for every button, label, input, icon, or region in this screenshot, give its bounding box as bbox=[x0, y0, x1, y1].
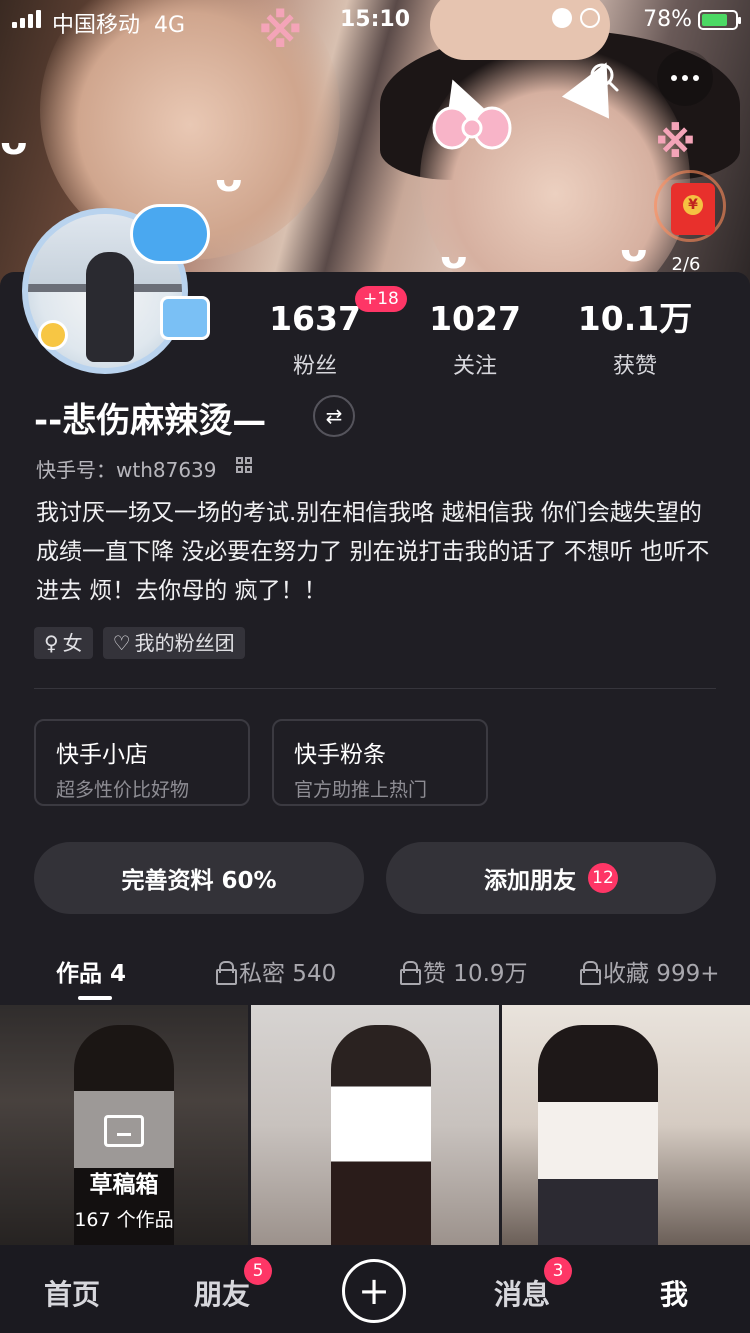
battery-icon bbox=[698, 10, 741, 30]
add-friends-button[interactable]: 添加朋友 12 bbox=[386, 842, 716, 914]
female-icon: ♀ bbox=[44, 631, 59, 655]
tab-label: 作品 4 bbox=[56, 961, 127, 987]
status-bar: 中国移动 4G 15:10 78% bbox=[0, 0, 750, 40]
kuaishou-shop-card[interactable]: 快手小店 超多性价比好物 bbox=[34, 719, 250, 806]
card-subtitle: 官方助推上热门 bbox=[294, 779, 428, 801]
nav-me[interactable]: 我 bbox=[660, 1273, 688, 1313]
active-tab-indicator bbox=[78, 996, 112, 1000]
stat-label: 获赞 bbox=[612, 354, 657, 379]
status-icons bbox=[552, 8, 600, 28]
gamepad-sticker-icon bbox=[130, 204, 210, 264]
button-label: 添加朋友 bbox=[484, 868, 576, 894]
clock: 15:10 bbox=[339, 7, 411, 32]
action-buttons: 完善资料 60% 添加朋友 12 bbox=[34, 842, 716, 914]
squiggle-doodle: ᴗ bbox=[620, 225, 648, 271]
joystick-sticker-icon bbox=[38, 320, 68, 350]
stat-label: 粉丝 bbox=[292, 354, 337, 379]
button-label: 完善资料 60% bbox=[121, 868, 277, 894]
card-subtitle: 超多性价比好物 bbox=[56, 779, 190, 801]
friend-request-badge: 12 bbox=[588, 863, 618, 893]
drafts-info: 草稿箱 167 个作品 bbox=[0, 1115, 248, 1232]
nickname: --悲伤麻辣烫— bbox=[34, 401, 267, 441]
bio-text: 我讨厌一场又一场的考试.别在相信我咯 越相信我 你们会越失望的 成绩一直下降 没… bbox=[36, 500, 710, 604]
tab-liked[interactable]: 赞 10.9万 bbox=[400, 954, 528, 988]
stat-likes[interactable]: 10.1万 获赞 bbox=[555, 300, 715, 380]
tab-favorites[interactable]: 收藏 999+ bbox=[580, 954, 719, 988]
nav-label: 朋友 bbox=[194, 1278, 251, 1311]
tag-label: 我的粉丝团 bbox=[134, 631, 235, 655]
work-thumbnail[interactable] bbox=[251, 1005, 499, 1245]
drafts-count: 167 个作品 bbox=[74, 1209, 174, 1231]
plus-icon: + bbox=[358, 1269, 390, 1313]
fan-club-tag[interactable]: ♡ 我的粉丝团 bbox=[102, 627, 245, 659]
content-tabs: 作品 4 私密 540 赞 10.9万 收藏 999+ bbox=[0, 940, 750, 1004]
squiggle-doodle: ᴗ bbox=[0, 118, 28, 164]
lock-icon bbox=[216, 961, 237, 985]
search-button[interactable] bbox=[583, 56, 627, 100]
swap-icon: ⇄ bbox=[325, 404, 343, 428]
orientation-lock-icon bbox=[580, 8, 600, 28]
stat-value: 1027 bbox=[429, 299, 521, 338]
nav-home[interactable]: 首页 bbox=[44, 1273, 100, 1313]
kuaishou-promote-card[interactable]: 快手粉条 官方助推上热门 bbox=[272, 719, 488, 806]
profile-tags: ♀ 女 ♡ 我的粉丝团 bbox=[34, 627, 245, 659]
nav-label: 消息 bbox=[494, 1278, 551, 1311]
tab-works[interactable]: 作品 4 bbox=[56, 954, 126, 988]
squiggle-doodle: ᴗ bbox=[215, 155, 243, 201]
angry-mark-doodle: ※ bbox=[655, 118, 696, 167]
folder-icon bbox=[104, 1115, 144, 1147]
photo-subject bbox=[331, 1025, 431, 1245]
battery-percent: 78% bbox=[643, 7, 692, 32]
more-button[interactable] bbox=[657, 50, 713, 106]
tab-label: 私密 540 bbox=[239, 961, 337, 987]
dot-icon bbox=[671, 75, 677, 81]
card-title: 快手小店 bbox=[56, 742, 148, 768]
tab-private[interactable]: 私密 540 bbox=[216, 954, 336, 988]
bottom-nav: 首页 朋友 5 + 消息 3 我 bbox=[0, 1245, 750, 1333]
gender-tag: ♀ 女 bbox=[34, 627, 93, 659]
work-thumbnail[interactable] bbox=[502, 1005, 750, 1245]
nav-label: 我 bbox=[660, 1278, 689, 1311]
heart-icon: ♡ bbox=[112, 631, 131, 655]
dot-icon bbox=[682, 75, 688, 81]
photo-subject bbox=[538, 1025, 658, 1245]
stats-row: 1637 粉丝 +18 1027 关注 10.1万 获赞 bbox=[235, 286, 715, 380]
friends-badge: 5 bbox=[244, 1257, 272, 1285]
drafts-thumbnail[interactable]: 草稿箱 167 个作品 bbox=[0, 1005, 248, 1245]
nav-label: 首页 bbox=[44, 1278, 101, 1311]
nav-messages[interactable]: 消息 3 bbox=[494, 1257, 572, 1313]
stat-label: 关注 bbox=[452, 354, 497, 379]
works-grid: 草稿箱 167 个作品 bbox=[0, 1005, 750, 1245]
switch-account-button[interactable]: ⇄ bbox=[313, 395, 355, 437]
messages-badge: 3 bbox=[544, 1257, 572, 1285]
service-cards: 快手小店 超多性价比好物 快手粉条 官方助推上热门 bbox=[34, 719, 488, 806]
nav-friends[interactable]: 朋友 5 bbox=[194, 1257, 272, 1313]
stat-followers[interactable]: 1637 粉丝 +18 bbox=[235, 286, 407, 380]
create-button[interactable]: + bbox=[342, 1259, 406, 1323]
tag-label: 女 bbox=[62, 631, 83, 655]
location-icon bbox=[552, 8, 572, 28]
lock-icon bbox=[400, 961, 421, 985]
red-packet-button[interactable] bbox=[654, 170, 726, 242]
tab-label: 收藏 999+ bbox=[603, 961, 720, 987]
bow-doodle bbox=[432, 106, 512, 150]
drafts-title: 草稿箱 bbox=[89, 1172, 159, 1198]
tab-label: 赞 10.9万 bbox=[423, 961, 528, 987]
avatar-figure bbox=[86, 252, 134, 362]
divider bbox=[34, 688, 716, 689]
qr-code-icon[interactable] bbox=[236, 457, 252, 473]
card-title: 快手粉条 bbox=[294, 742, 386, 768]
stat-value: 10.1万 bbox=[577, 299, 693, 338]
box-sticker-icon bbox=[160, 296, 210, 340]
kuaishou-id[interactable]: 快手号：wth87639 bbox=[36, 454, 217, 483]
dot-icon bbox=[693, 75, 699, 81]
stat-following[interactable]: 1027 关注 bbox=[395, 300, 555, 380]
lock-icon bbox=[580, 961, 601, 985]
search-icon bbox=[590, 63, 619, 92]
complete-profile-button[interactable]: 完善资料 60% bbox=[34, 842, 364, 914]
red-envelope-icon bbox=[671, 183, 715, 235]
